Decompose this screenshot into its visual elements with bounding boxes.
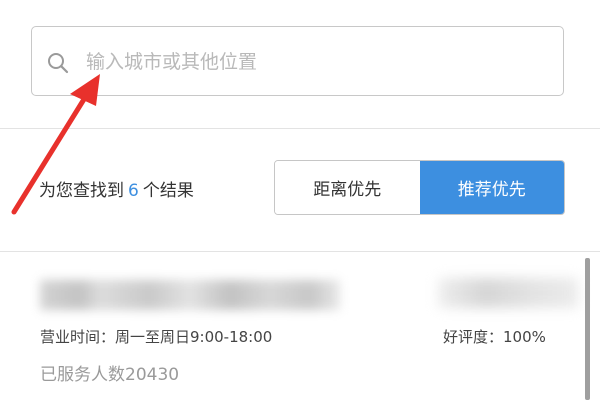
result-count: 为您查找到 6 个结果	[39, 176, 194, 201]
divider-top	[0, 128, 600, 129]
sort-toggle: 距离优先 推荐优先	[274, 160, 565, 215]
blurred-store-name	[40, 280, 340, 310]
store-card[interactable]: 营业时间：周一至周日9:00-18:00 好评度：100% 已服务人数20430	[0, 252, 600, 400]
result-prefix: 为您查找到	[39, 181, 124, 201]
search-input[interactable]	[86, 45, 526, 79]
sort-recommend-button[interactable]: 推荐优先	[419, 161, 564, 214]
result-count-number: 6	[128, 181, 139, 201]
scrollbar[interactable]	[585, 258, 590, 400]
search-icon	[48, 53, 69, 74]
search-box[interactable]	[31, 26, 564, 96]
store-served-count: 已服务人数20430	[40, 365, 180, 385]
blurred-store-info	[438, 278, 578, 308]
store-rating: 好评度：100%	[443, 328, 546, 346]
result-suffix: 个结果	[142, 181, 194, 201]
store-hours: 营业时间：周一至周日9:00-18:00	[40, 328, 273, 346]
sort-distance-button[interactable]: 距离优先	[275, 161, 420, 214]
